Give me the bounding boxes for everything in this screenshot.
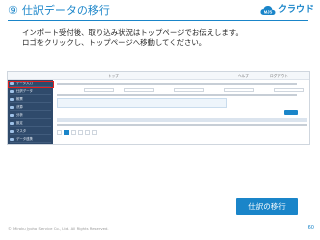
pager (57, 130, 97, 135)
app-top-link-home[interactable]: トップ (108, 73, 119, 79)
pager-page[interactable] (92, 130, 97, 135)
app-logo[interactable]: MJS (10, 73, 40, 89)
menu-icon (10, 90, 14, 93)
notice-box (57, 98, 227, 108)
table-row (57, 124, 307, 126)
slide-title: 仕訳データの移行 (21, 4, 110, 17)
sidebar-item-7[interactable]: データ連携 (10, 137, 51, 143)
journal-migration-button[interactable]: 仕訳の移行 (236, 198, 298, 215)
sidebar-item-label: 帳票 (16, 97, 23, 101)
cloud-icon: MJS (260, 5, 276, 15)
app-topbar: MJS トップ ヘルプ ログアウト (8, 72, 309, 89)
pager-page[interactable] (64, 130, 69, 135)
menu-icon (10, 122, 14, 125)
description-line-2: ロゴをクリックし、トップページへ移動してください。 (22, 38, 207, 47)
svg-text:MJS: MJS (264, 9, 273, 14)
app-top-link-logout[interactable]: ログアウト (270, 73, 288, 79)
sidebar-item-label: 決算 (16, 105, 23, 109)
pager-page[interactable] (78, 130, 83, 135)
search-field[interactable] (174, 88, 204, 92)
logo-highlight-box (8, 81, 54, 88)
menu-icon (10, 98, 14, 101)
search-field[interactable] (84, 88, 114, 92)
search-field[interactable] (224, 88, 254, 92)
page-number: 60 (307, 225, 314, 231)
menu-icon (10, 130, 14, 133)
pager-page[interactable] (71, 130, 76, 135)
sidebar-item-1[interactable]: 仕訳データ (10, 89, 51, 95)
search-field[interactable] (274, 88, 304, 92)
search-row-2 (57, 94, 297, 96)
description-line-1: インポート受付後、取り込み状況はトップページでお伝えします。 (22, 28, 243, 37)
sidebar-item-4[interactable]: 分析 (10, 113, 51, 119)
sidebar-item-label: 仕訳データ (16, 89, 33, 93)
step-number: ⑨ (8, 4, 18, 17)
table-header (57, 118, 307, 122)
menu-icon (10, 114, 14, 117)
app-top-link-help[interactable]: ヘルプ (238, 73, 249, 79)
title-divider (8, 20, 308, 21)
search-button[interactable] (284, 110, 298, 115)
sidebar-item-label: 設定 (16, 121, 23, 125)
pager-page[interactable] (57, 130, 62, 135)
copyright: © Miroku Jyoho Service Co., Ltd. All Rig… (8, 226, 109, 231)
search-row-1 (57, 83, 297, 85)
app-screenshot: MJS トップ ヘルプ ログアウト データ入力 仕訳データ 帳票 決算 分析 設… (7, 71, 310, 145)
menu-icon (10, 106, 14, 109)
sidebar-item-label: 分析 (16, 113, 23, 117)
app-sidebar: データ入力 仕訳データ 帳票 決算 分析 設定 マスタ データ連携 (8, 80, 54, 144)
sidebar-item-5[interactable]: 設定 (10, 121, 51, 127)
search-field[interactable] (124, 88, 154, 92)
sidebar-item-6[interactable]: マスタ (10, 129, 51, 135)
sidebar-item-2[interactable]: 帳票 (10, 97, 51, 103)
slide-title-row: ⑨ 仕訳データの移行 (8, 4, 110, 18)
sidebar-item-3[interactable]: 決算 (10, 105, 51, 111)
brand-logo[interactable]: MJS クラウド (260, 3, 314, 18)
sidebar-item-label: データ連携 (16, 137, 33, 141)
brand-logo-text: クラウド (277, 5, 314, 15)
pager-page[interactable] (85, 130, 90, 135)
sidebar-item-label: マスタ (16, 129, 27, 133)
menu-icon (10, 138, 14, 141)
app-main (54, 80, 309, 144)
